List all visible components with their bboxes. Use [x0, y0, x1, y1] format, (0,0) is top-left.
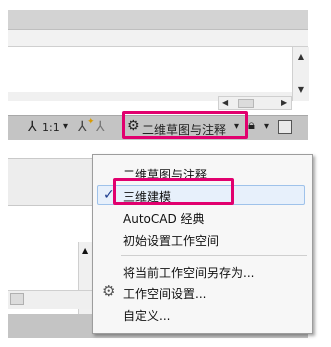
annotation-scale-icon[interactable]: ⅄ — [28, 119, 37, 135]
lock-dropdown[interactable]: ▾ — [264, 121, 269, 132]
menu-item-label: AutoCAD 经典 — [123, 212, 205, 226]
horizontal-scrollbar[interactable]: ◀ ▶ — [218, 96, 292, 110]
annotation-scale-value[interactable]: 1:1 — [42, 121, 60, 134]
workspace-highlight — [122, 111, 248, 139]
vertical-scrollbar[interactable]: ▲ ▼ — [292, 47, 309, 101]
menu-separator — [121, 255, 307, 256]
command-bar — [8, 30, 308, 47]
ribbon-band — [8, 10, 308, 29]
fullscreen-icon[interactable] — [278, 120, 292, 134]
annotation-visibility-icon[interactable]: ⅄ — [78, 119, 87, 135]
menu-item-label: 初始设置工作空间 — [123, 234, 220, 248]
annotation-scale-dropdown[interactable]: ▾ — [63, 121, 68, 132]
scroll-up-icon[interactable]: ▲ — [293, 52, 309, 61]
auto-scale-icon[interactable]: ⅄ — [96, 119, 105, 135]
menu-item-label: 工作空间设置... — [123, 287, 207, 301]
menu-item-initial-setup[interactable]: 初始设置工作空间 — [93, 229, 312, 249]
menu-item-customize[interactable]: 自定义... — [93, 304, 312, 324]
scroll-right-icon[interactable]: ▶ — [281, 98, 287, 107]
scroll-down-icon[interactable]: ▼ — [293, 85, 309, 94]
scroll-left-icon[interactable]: ◀ — [222, 98, 228, 107]
scroll-up-icon[interactable]: ▲ — [82, 246, 88, 255]
menu-item-save-as[interactable]: 将当前工作空间另存为... — [93, 261, 312, 281]
menu-item-autocad-classic[interactable]: AutoCAD 经典 — [93, 207, 312, 227]
scroll-thumb[interactable] — [10, 293, 24, 305]
top-panel: ▲ ▼ ◀ ▶ ⅄ 1:1 ▾ ⅄ ✦ ⅄ ⚙ 二维草图与注释 ▾ 🔒︎ ▾ — [0, 0, 331, 142]
annotation-visibility-star: ✦ — [87, 117, 95, 127]
3d-modeling-highlight — [113, 178, 234, 205]
menu-item-workspace-settings[interactable]: 工作空间设置... — [93, 282, 312, 302]
command-history-area — [8, 47, 292, 92]
background-panel — [8, 158, 93, 206]
scroll-thumb[interactable] — [238, 99, 254, 108]
lock-icon[interactable]: 🔒︎ — [248, 118, 255, 133]
menu-item-label: 将当前工作空间另存为... — [123, 266, 255, 280]
settings-gear-icon: ⚙ — [102, 282, 116, 300]
menu-item-label: 自定义... — [123, 309, 171, 323]
